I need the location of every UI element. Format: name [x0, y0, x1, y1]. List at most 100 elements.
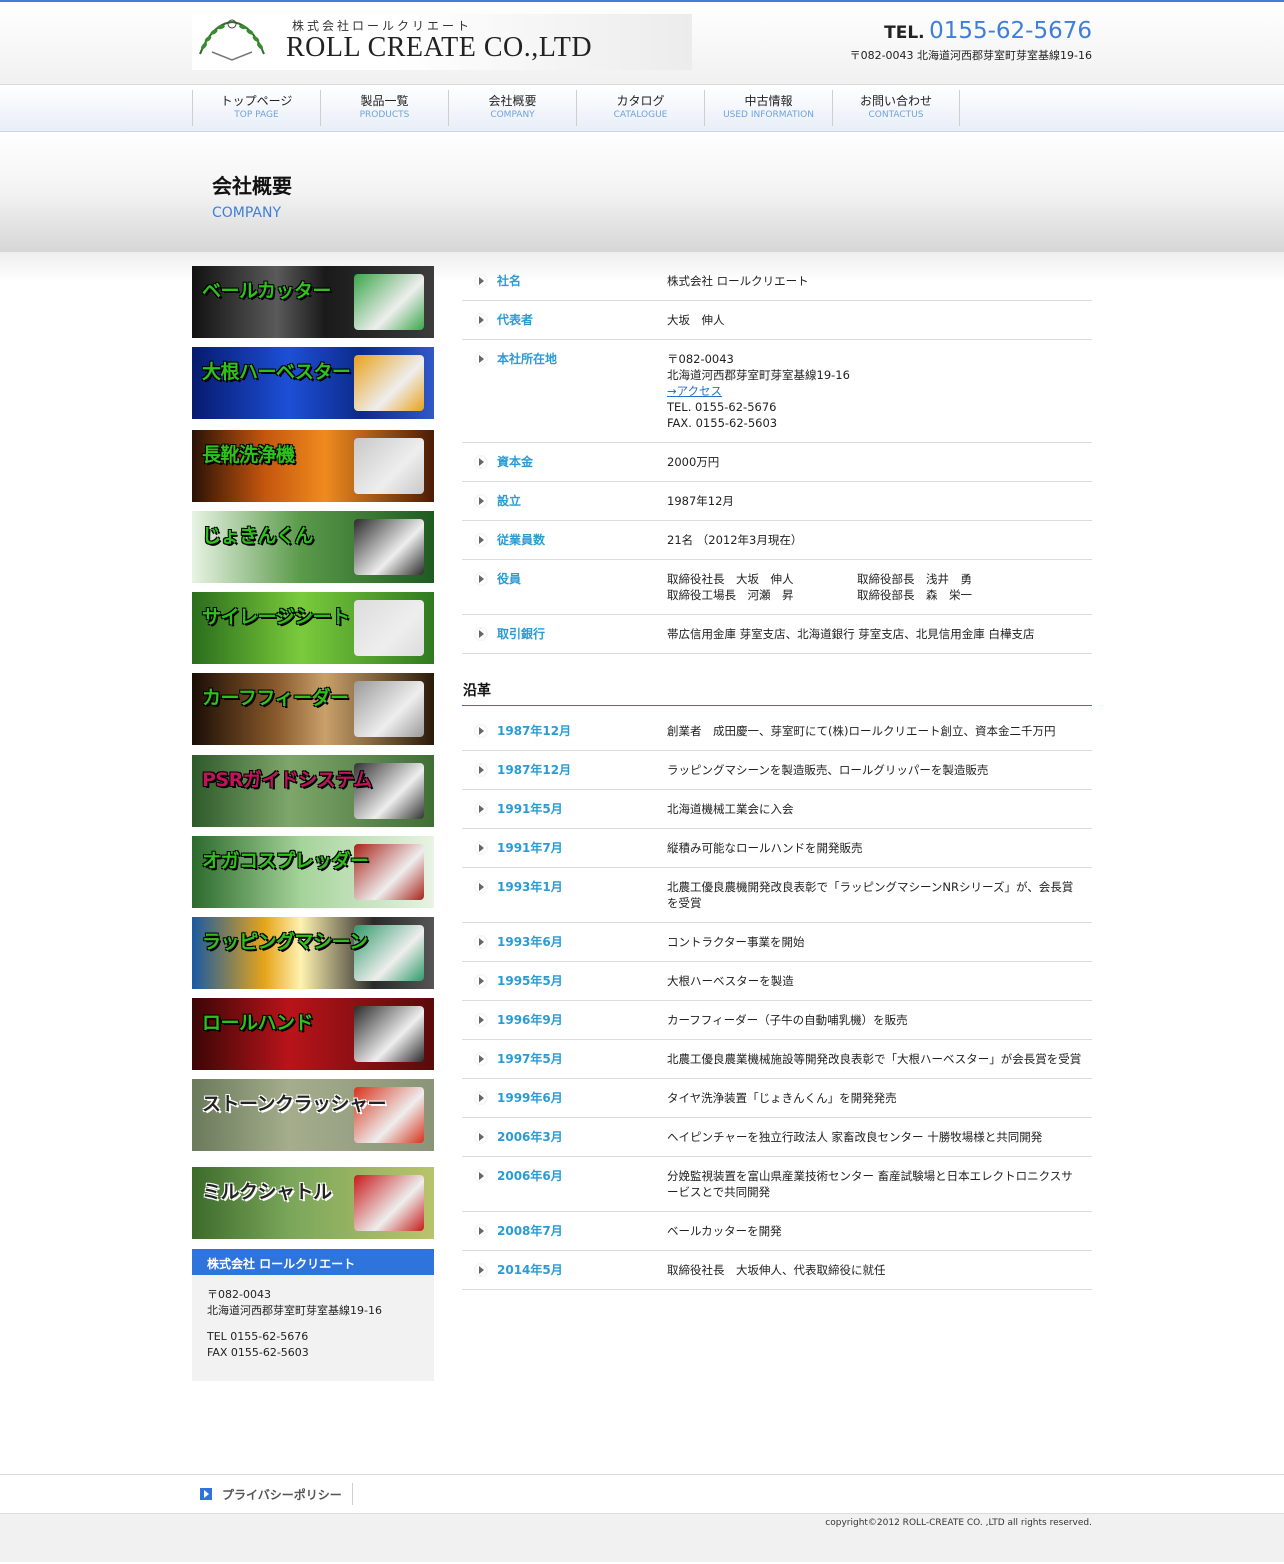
product-photo-icon [354, 600, 424, 656]
history-text: ベールカッターを開発 [667, 1224, 782, 1238]
product-banner[interactable]: ベールカッター [192, 266, 434, 338]
profile-label: 役員 [462, 571, 667, 603]
nav-top-page[interactable]: トップページ TOP PAGE [192, 90, 320, 126]
arrow-bullet-icon [474, 352, 488, 366]
profile-label: 代表者 [462, 312, 667, 328]
site-header: 株式会社ロールクリエート ROLL CREATE CO.,LTD TEL. 01… [0, 2, 1284, 84]
profile-value: 〒082-0043 北海道河西郡芽室町芽室基線19-16 →アクセス TEL. … [667, 351, 1092, 431]
product-banner[interactable]: ロールハンド [192, 998, 434, 1070]
profile-label-text: 代表者 [497, 313, 534, 327]
history-row: 1987年12月 創業者 成田慶一、芽室町にて(株)ロールクリエート創立、資本金二… [462, 712, 1092, 751]
history-date: 2014年5月 [462, 1262, 667, 1278]
company-box-title: 株式会社 ロールクリエート [192, 1249, 434, 1275]
profile-row-capital: 資本金 2000万円 [462, 443, 1092, 482]
footer-link-bar: プライバシーポリシー [0, 1474, 1284, 1514]
site-logo[interactable]: 株式会社ロールクリエート ROLL CREATE CO.,LTD [192, 14, 692, 70]
history-row: 1997年5月 北農工優良農業機械施設等開発改良表彰で「大根ハーベスター」が会長賞… [462, 1040, 1092, 1079]
history-date-text: 1993年6月 [497, 935, 563, 949]
page-title-band: 会社概要 COMPANY [0, 132, 1284, 252]
product-banner[interactable]: カーフフィーダー [192, 673, 434, 745]
history-date-text: 2006年3月 [497, 1130, 563, 1144]
nav-company[interactable]: 会社概要 COMPANY [448, 90, 576, 126]
history-text: コントラクター事業を開始 [667, 935, 805, 949]
product-banner[interactable]: ミルクシャトル [192, 1167, 434, 1239]
company-box-address: 北海道河西郡芽室町芽室基線19-16 [207, 1304, 382, 1317]
site-footer: プライバシーポリシー copyright©2012 ROLL-CREATE CO… [0, 1474, 1284, 1562]
profile-label-text: 資本金 [497, 455, 534, 469]
profile-label-text: 設立 [497, 494, 522, 508]
history-date: 1987年12月 [462, 723, 667, 739]
profile-row-bank: 取引銀行 帯広信用金庫 芽室支店、北海道銀行 芽室支店、北見信用金庫 白樺支店 [462, 615, 1092, 654]
product-photo-icon [354, 681, 424, 737]
company-profile-table: 社名 株式会社 ロールクリエート 代表者 大坂 伸人 本社所在地 〒082-00… [462, 262, 1092, 654]
history-date: 1999年6月 [462, 1090, 667, 1106]
history-text: ラッピングマシーンを製造販売、ロールグリッパーを製造販売 [667, 763, 989, 777]
profile-row-name: 社名 株式会社 ロールクリエート [462, 262, 1092, 301]
history-date-text: 2008年7月 [497, 1224, 563, 1238]
history-date: 2006年6月 [462, 1168, 667, 1200]
product-banner[interactable]: オガコスプレッダー [192, 836, 434, 908]
history-date: 1987年12月 [462, 762, 667, 778]
product-banner[interactable]: 長靴洗浄機 [192, 430, 434, 502]
officer-entry: 取締役工場長 河瀬 昇 [667, 588, 794, 602]
history-date-text: 1999年6月 [497, 1091, 563, 1105]
history-row: 1993年6月 コントラクター事業を開始 [462, 923, 1092, 962]
product-banner-label: 大根ハーベスター [202, 361, 351, 383]
nav-contact[interactable]: お問い合わせ CONTACTUS [832, 90, 960, 126]
history-text: 創業者 成田慶一、芽室町にて(株)ロールクリエート創立、資本金二千万円 [667, 724, 1056, 738]
product-photo-icon [354, 274, 424, 330]
arrow-bullet-icon [474, 1169, 488, 1183]
history-text: 北海道機械工業会に入会 [667, 802, 794, 816]
nav-label-en: COMPANY [490, 110, 535, 120]
arrow-bullet-icon [474, 880, 488, 894]
history-date: 1991年7月 [462, 840, 667, 856]
history-text: 北農工優良農機開発改良表彰で「ラッピングマシーンNRシリーズ」が、会長賞を受賞 [667, 880, 1074, 910]
product-banner[interactable]: じょきんくん [192, 511, 434, 583]
arrow-bullet-icon [474, 724, 488, 738]
profile-value: 1987年12月 [667, 494, 734, 508]
product-banner-label: ラッピングマシーン [202, 931, 368, 953]
arrow-bullet-icon [474, 802, 488, 816]
nav-catalogue[interactable]: カタログ CATALOGUE [576, 90, 704, 126]
page-subtitle: COMPANY [212, 205, 282, 221]
access-link[interactable]: →アクセス [667, 384, 722, 398]
product-photo-icon [354, 519, 424, 575]
product-banner[interactable]: PSRガイドシステム [192, 755, 434, 827]
nav-products[interactable]: 製品一覧 PRODUCTS [320, 90, 448, 126]
copyright-text: copyright©2012 ROLL-CREATE CO. ,LTD all … [825, 1518, 1092, 1528]
nav-used-information[interactable]: 中古情報 USED INFORMATION [704, 90, 832, 126]
product-photo-icon [354, 1175, 424, 1231]
product-banner[interactable]: ストーンクラッシャー [192, 1079, 434, 1151]
laurel-emblem-icon [199, 19, 265, 61]
history-date: 1997年5月 [462, 1051, 667, 1067]
history-date-text: 1993年1月 [497, 880, 563, 894]
arrow-bullet-icon [474, 1091, 488, 1105]
history-table: 1987年12月 創業者 成田慶一、芽室町にて(株)ロールクリエート創立、資本金二… [462, 712, 1092, 1290]
arrow-bullet-icon [474, 1224, 488, 1238]
profile-row-headquarters: 本社所在地 〒082-0043 北海道河西郡芽室町芽室基線19-16 →アクセス… [462, 340, 1092, 443]
arrow-bullet-icon [474, 935, 488, 949]
history-row: 2008年7月 ベールカッターを開発 [462, 1212, 1092, 1251]
history-row: 1991年7月 縦積み可能なロールハンドを開発販売 [462, 829, 1092, 868]
arrow-bullet-icon [474, 455, 488, 469]
sidebar: ベールカッター大根ハーベスター長靴洗浄機じょきんくんサイレージシート カーフフィー… [192, 266, 434, 1381]
arrow-bullet-icon [474, 841, 488, 855]
history-row: 2014年5月 取締役社長 大坂伸人、代表取締役に就任 [462, 1251, 1092, 1290]
profile-label-text: 本社所在地 [497, 352, 558, 366]
product-banner[interactable]: ラッピングマシーン [192, 917, 434, 989]
history-row: 2006年6月 分娩監視装置を富山県産業技術センター 畜産試験場と日本エレクトロニ… [462, 1157, 1092, 1212]
privacy-policy-link[interactable]: プライバシーポリシー [192, 1483, 353, 1505]
history-row: 1999年6月 タイヤ洗浄装置「じょきんくん」を開発発売 [462, 1079, 1092, 1118]
nav-label-jp: 中古情報 [744, 94, 793, 108]
company-box-postal: 〒082-0043 [207, 1288, 271, 1301]
product-banner[interactable]: 大根ハーベスター [192, 347, 434, 419]
product-banner[interactable]: サイレージシート [192, 592, 434, 664]
arrow-bullet-icon [474, 274, 488, 288]
officer-entry: 取締役部長 浅井 勇 [857, 572, 972, 586]
nav-label-en: CONTACTUS [868, 110, 924, 120]
play-arrow-icon [200, 1488, 212, 1500]
arrow-bullet-icon [474, 494, 488, 508]
product-banner-label: じょきんくん [202, 525, 314, 547]
profile-label: 社名 [462, 273, 667, 289]
company-box-tel: TEL 0155-62-5676 [207, 1330, 309, 1343]
